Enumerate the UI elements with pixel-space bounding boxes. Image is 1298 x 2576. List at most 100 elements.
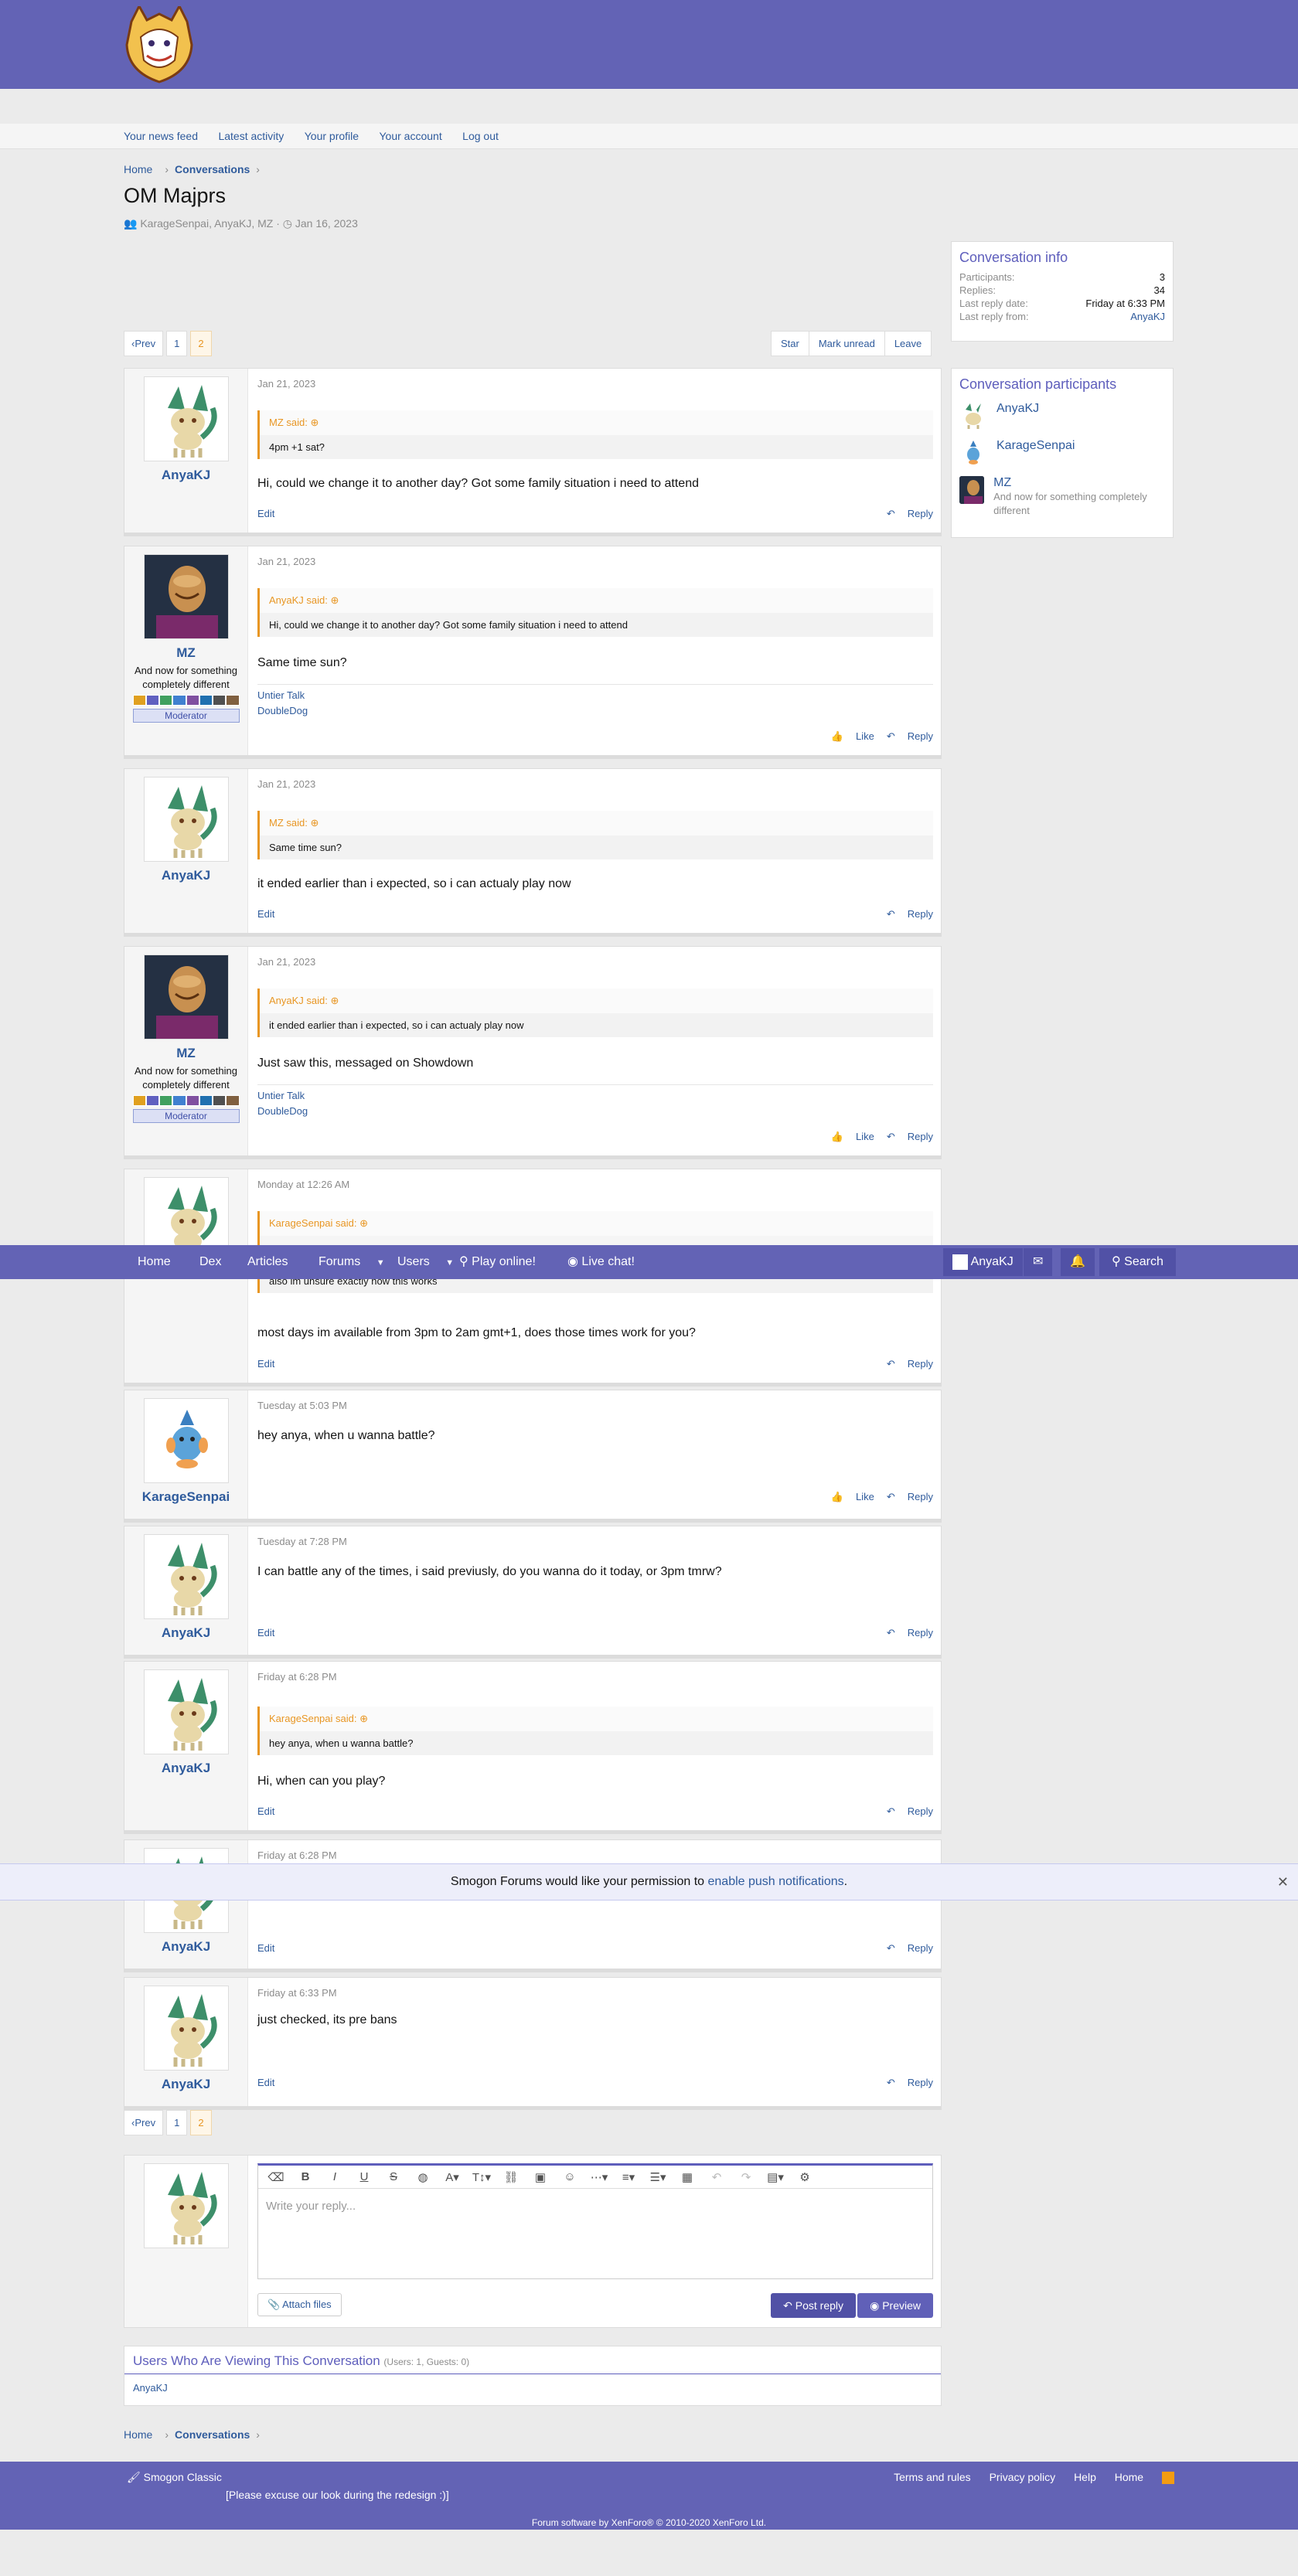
message-date[interactable]: Jan 21, 2023: [257, 556, 315, 567]
nav-live-chat[interactable]: ◉ Live chat!: [567, 1245, 635, 1279]
last-reply-user-link[interactable]: AnyaKJ: [1130, 311, 1165, 322]
message-date[interactable]: Monday at 12:26 AM: [257, 1179, 349, 1190]
username[interactable]: AnyaKJ: [124, 1939, 247, 1955]
nav-dex[interactable]: Dex: [199, 1245, 221, 1279]
message-date[interactable]: Tuesday at 7:28 PM: [257, 1536, 347, 1547]
message-date[interactable]: Friday at 6:28 PM: [257, 1849, 337, 1861]
viewing-user-link[interactable]: AnyaKJ: [124, 2374, 941, 2401]
link-icon[interactable]: ⛓: [496, 2170, 526, 2184]
redo-icon[interactable]: ↷: [731, 2170, 761, 2184]
reply-button[interactable]: ↶ Reply: [887, 1942, 933, 1954]
quote-author[interactable]: MZ said: ⊕: [260, 811, 933, 835]
terms-link[interactable]: Terms and rules: [894, 2471, 971, 2483]
home-link[interactable]: Home: [1115, 2471, 1143, 2483]
news-feed-link[interactable]: Your news feed: [124, 124, 198, 149]
message-date[interactable]: Jan 21, 2023: [257, 956, 315, 968]
edit-link[interactable]: Edit: [257, 1627, 274, 1638]
avatar[interactable]: [143, 777, 229, 862]
color-icon[interactable]: ◍: [408, 2170, 438, 2184]
like-button[interactable]: 👍 Like: [831, 1131, 874, 1142]
drafts-icon[interactable]: ▤▾: [761, 2170, 790, 2184]
reply-button[interactable]: ↶ Reply: [887, 908, 933, 920]
more-icon[interactable]: ⋯▾: [584, 2170, 614, 2184]
page-2-current[interactable]: 2: [190, 331, 212, 356]
undo-icon[interactable]: ↶: [702, 2170, 731, 2184]
log-out-link[interactable]: Log out: [462, 124, 499, 149]
latest-activity-link[interactable]: Latest activity: [218, 124, 284, 149]
username[interactable]: AnyaKJ: [124, 1761, 247, 1776]
message-date[interactable]: Jan 21, 2023: [257, 778, 315, 790]
your-account-link[interactable]: Your account: [380, 124, 442, 149]
image-icon[interactable]: ▣: [526, 2170, 555, 2184]
prev-page-button[interactable]: ‹Prev: [124, 2110, 164, 2135]
eraser-icon[interactable]: ⌫: [261, 2170, 291, 2184]
site-logo[interactable]: [124, 6, 195, 83]
message-date[interactable]: Friday at 6:28 PM: [257, 1671, 337, 1683]
participants-line[interactable]: KarageSenpai, AnyaKJ, MZ: [140, 217, 273, 230]
table-icon[interactable]: ▦: [673, 2170, 702, 2184]
settings-icon[interactable]: ⚙: [790, 2170, 819, 2184]
avatar[interactable]: [143, 554, 229, 639]
like-button[interactable]: 👍 Like: [831, 1491, 874, 1502]
avatar[interactable]: [143, 1534, 229, 1619]
participant-name[interactable]: AnyaKJ: [996, 402, 1039, 416]
signature-link[interactable]: Untier Talk: [257, 1088, 933, 1104]
avatar[interactable]: [143, 1669, 229, 1754]
participant-name[interactable]: KarageSenpai: [996, 439, 1075, 453]
align-icon[interactable]: ≡▾: [614, 2170, 643, 2184]
username[interactable]: AnyaKJ: [124, 468, 247, 483]
italic-icon[interactable]: I: [320, 2170, 349, 2183]
privacy-link[interactable]: Privacy policy: [990, 2471, 1056, 2483]
font-family-icon[interactable]: A▾: [438, 2170, 467, 2184]
prev-page-button[interactable]: ‹Prev: [124, 331, 164, 356]
search-button[interactable]: ⚲ Search: [1099, 1248, 1176, 1276]
participant-item[interactable]: KarageSenpai: [952, 434, 1173, 471]
reply-button[interactable]: ↶ Reply: [887, 1131, 933, 1142]
page-2-current[interactable]: 2: [190, 2110, 212, 2135]
avatar[interactable]: [959, 402, 987, 430]
username[interactable]: KarageSenpai: [124, 1489, 247, 1505]
signature-link[interactable]: DoubleDog: [257, 703, 933, 719]
username[interactable]: AnyaKJ: [124, 2077, 247, 2092]
signature-link[interactable]: DoubleDog: [257, 1104, 933, 1119]
style-chooser[interactable]: 🖌 Smogon Classic: [127, 2471, 222, 2484]
post-reply-button[interactable]: ↶ Post reply: [771, 2293, 856, 2318]
edit-link[interactable]: Edit: [257, 2077, 274, 2088]
underline-icon[interactable]: U: [349, 2170, 379, 2183]
avatar[interactable]: [143, 1986, 229, 2071]
breadcrumb-conversations[interactable]: Conversations: [175, 163, 250, 175]
avatar[interactable]: [143, 2163, 229, 2248]
preview-button[interactable]: ◉ Preview: [857, 2293, 933, 2318]
quote-author[interactable]: MZ said: ⊕: [260, 410, 933, 435]
avatar[interactable]: [143, 1398, 229, 1483]
reply-button[interactable]: ↶ Reply: [887, 1627, 933, 1638]
edit-link[interactable]: Edit: [257, 508, 274, 519]
nav-home[interactable]: Home: [138, 1245, 171, 1279]
page-1-link[interactable]: 1: [166, 2110, 188, 2135]
strikethrough-icon[interactable]: S: [379, 2170, 408, 2183]
help-link[interactable]: Help: [1074, 2471, 1096, 2483]
reply-button[interactable]: ↶ Reply: [887, 508, 933, 519]
your-profile-link[interactable]: Your profile: [305, 124, 359, 149]
username[interactable]: AnyaKJ: [124, 868, 247, 883]
account-menu[interactable]: AnyaKJ: [943, 1248, 1023, 1276]
participant-name[interactable]: MZ: [993, 476, 1165, 490]
reply-button[interactable]: ↶ Reply: [887, 1491, 933, 1502]
close-icon[interactable]: ✕: [1277, 1864, 1289, 1900]
participant-item[interactable]: MZ And now for something completely diffe…: [952, 471, 1173, 522]
participant-item[interactable]: AnyaKJ: [952, 397, 1173, 434]
quote-author[interactable]: KarageSenpai said: ⊕: [260, 1211, 933, 1236]
edit-link[interactable]: Edit: [257, 1805, 274, 1817]
username[interactable]: MZ: [124, 1046, 247, 1061]
rss-icon[interactable]: [1162, 2472, 1174, 2485]
avatar[interactable]: [959, 476, 985, 504]
avatar[interactable]: [143, 376, 229, 461]
mark-unread-button[interactable]: Mark unread: [808, 331, 885, 356]
smilie-icon[interactable]: ☺: [555, 2170, 584, 2183]
reply-button[interactable]: ↶ Reply: [887, 2077, 933, 2088]
edit-link[interactable]: Edit: [257, 908, 274, 920]
username[interactable]: AnyaKJ: [124, 1625, 247, 1641]
bold-icon[interactable]: B: [291, 2170, 320, 2183]
signature-link[interactable]: Untier Talk: [257, 688, 933, 703]
quote-author[interactable]: AnyaKJ said: ⊕: [260, 989, 933, 1013]
